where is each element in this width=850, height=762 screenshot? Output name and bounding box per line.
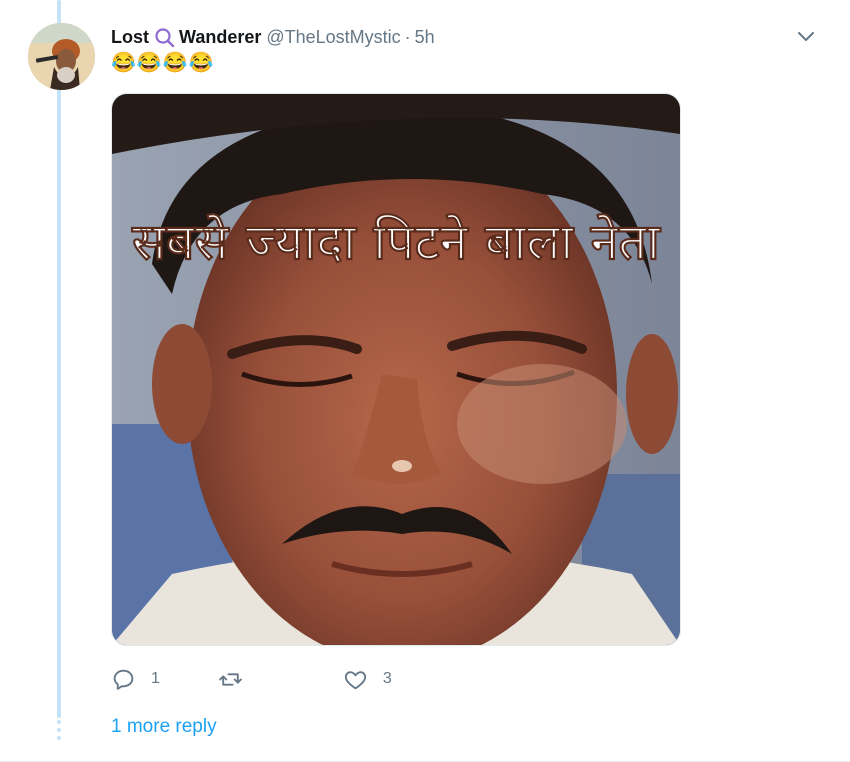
display-name-first: Lost xyxy=(111,27,149,47)
heart-icon xyxy=(344,670,366,689)
tweet-header: Lost Wanderer @TheLostMystic · 5h xyxy=(111,25,435,49)
user-handle[interactable]: @TheLostMystic xyxy=(266,25,400,49)
display-name[interactable]: Lost Wanderer xyxy=(111,25,261,49)
media-photo: सबसे ज्यादा पिटने बाला नेता xyxy=(112,94,680,645)
tweet-media-image[interactable]: सबसे ज्यादा पिटने बाला नेता xyxy=(111,93,681,646)
reply-count: 1 xyxy=(151,670,160,687)
chevron-down-icon[interactable] xyxy=(795,28,817,46)
tweet-text: 😂😂😂😂 xyxy=(111,52,215,74)
tweet-actions: 1 3 xyxy=(111,664,392,694)
reply-action[interactable]: 1 xyxy=(111,667,160,692)
like-action[interactable]: 3 xyxy=(343,667,392,692)
timestamp[interactable]: 5h xyxy=(415,25,435,49)
tweet-container: Lost Wanderer @TheLostMystic · 5h 😂😂😂😂 स… xyxy=(0,0,850,762)
like-count: 3 xyxy=(382,670,392,687)
media-caption: सबसे ज्यादा पिटने बाला नेता xyxy=(131,213,662,271)
avatar[interactable] xyxy=(28,23,95,90)
more-replies-link[interactable]: 1 more reply xyxy=(111,716,217,738)
thread-continuation-dots xyxy=(57,720,61,744)
thread-connector-line xyxy=(57,0,61,718)
magnifier-icon xyxy=(155,28,175,48)
avatar-image xyxy=(28,23,95,90)
retweet-action[interactable] xyxy=(218,667,258,692)
display-name-last: Wanderer xyxy=(179,27,262,47)
reply-icon xyxy=(113,669,134,690)
separator-dot: · xyxy=(404,27,411,47)
retweet-icon xyxy=(219,672,242,686)
